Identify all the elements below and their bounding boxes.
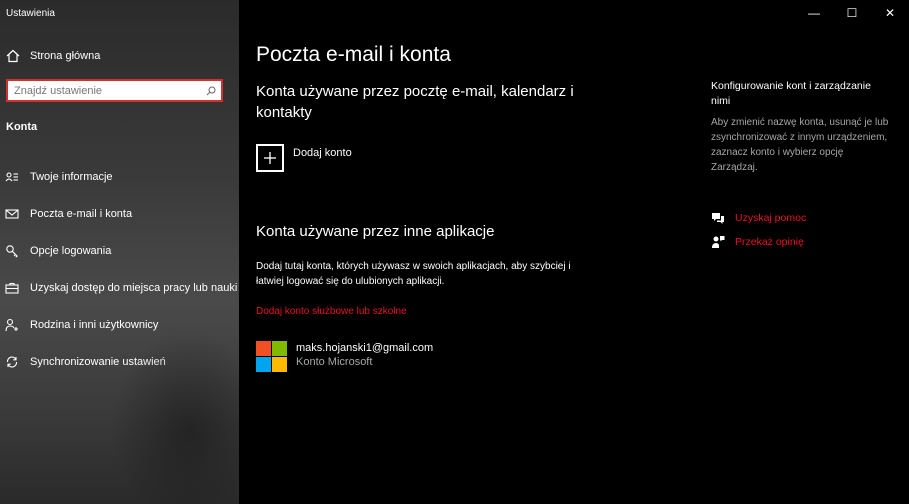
add-account-button[interactable]: Dodaj konto — [256, 144, 352, 172]
sidebar-item-label: Synchronizowanie ustawień — [30, 355, 166, 368]
give-feedback-link[interactable]: Przekaż opinię — [711, 235, 804, 249]
sidebar-item-email-accounts[interactable]: Poczta e-mail i konta — [0, 195, 239, 232]
search-box[interactable] — [6, 79, 223, 102]
account-item[interactable]: maks.hojanski1@gmail.com Konto Microsoft — [256, 341, 433, 372]
close-button[interactable]: ✕ — [871, 0, 909, 26]
briefcase-icon — [5, 281, 19, 295]
sidebar-nav: Twoje informacje Poczta e-mail i konta O… — [0, 158, 239, 380]
sync-icon — [5, 355, 19, 369]
window-controls: — ☐ ✕ — [795, 0, 909, 26]
give-feedback-label: Przekaż opinię — [735, 236, 804, 248]
page-title: Poczta e-mail i konta — [256, 43, 451, 66]
sidebar-item-label: Poczta e-mail i konta — [30, 207, 133, 220]
sidebar-item-label: Uzyskaj dostęp do miejsca pracy lub nauk… — [30, 281, 238, 294]
related-info-title: Konfigurowanie kont i zarządzanie nimi — [711, 80, 871, 107]
section-heading-other-apps: Konta używane przez inne aplikacje — [256, 223, 495, 240]
search-input[interactable] — [8, 80, 206, 101]
sidebar-item-family-users[interactable]: Rodzina i inni użytkownicy — [0, 306, 239, 343]
home-icon — [6, 49, 20, 63]
maximize-button[interactable]: ☐ — [833, 0, 871, 26]
add-work-school-account-link[interactable]: Dodaj konto służbowe lub szkolne — [256, 306, 407, 317]
minimize-button[interactable]: — — [795, 0, 833, 26]
microsoft-logo-icon — [256, 341, 287, 372]
sidebar-item-your-info[interactable]: Twoje informacje — [0, 158, 239, 195]
home-label: Strona główna — [30, 50, 101, 62]
sidebar-item-sync-settings[interactable]: Synchronizowanie ustawień — [0, 343, 239, 380]
mail-icon — [5, 207, 19, 221]
chat-help-icon — [711, 211, 725, 225]
key-icon — [5, 244, 19, 258]
plus-icon — [256, 144, 284, 172]
related-info-body: Aby zmienić nazwę konta, usunąć je lub z… — [711, 117, 889, 173]
sidebar-item-label: Twoje informacje — [30, 170, 113, 183]
section-heading-email-accounts: Konta używane przez pocztę e-mail, kalen… — [256, 83, 574, 121]
sidebar-item-label: Opcje logowania — [30, 244, 112, 257]
sidebar: Ustawienia Strona główna Konta Twoje inf… — [0, 0, 239, 504]
account-email: maks.hojanski1@gmail.com — [296, 342, 434, 354]
app-title: Ustawienia — [6, 8, 55, 19]
sidebar-item-sign-in-options[interactable]: Opcje logowania — [0, 232, 239, 269]
get-help-link[interactable]: Uzyskaj pomoc — [711, 211, 806, 225]
search-icon[interactable] — [206, 86, 216, 96]
section-label-accounts: Konta — [6, 121, 38, 133]
person-add-icon — [5, 318, 19, 332]
home-nav-item[interactable]: Strona główna — [0, 43, 239, 69]
sidebar-item-label: Rodzina i inni użytkownicy — [30, 318, 159, 331]
get-help-label: Uzyskaj pomoc — [735, 212, 807, 224]
add-account-label: Dodaj konto — [293, 147, 352, 159]
feedback-icon — [711, 235, 725, 249]
sidebar-item-work-school[interactable]: Uzyskaj dostęp do miejsca pracy lub nauk… — [0, 269, 239, 306]
related-info-panel: Konfigurowanie kont i zarządzanie nimi A… — [711, 79, 891, 175]
account-type: Konto Microsoft — [296, 356, 373, 368]
other-apps-description: Dodaj tutaj konta, których używasz w swo… — [256, 261, 571, 287]
contact-card-icon — [5, 170, 19, 184]
